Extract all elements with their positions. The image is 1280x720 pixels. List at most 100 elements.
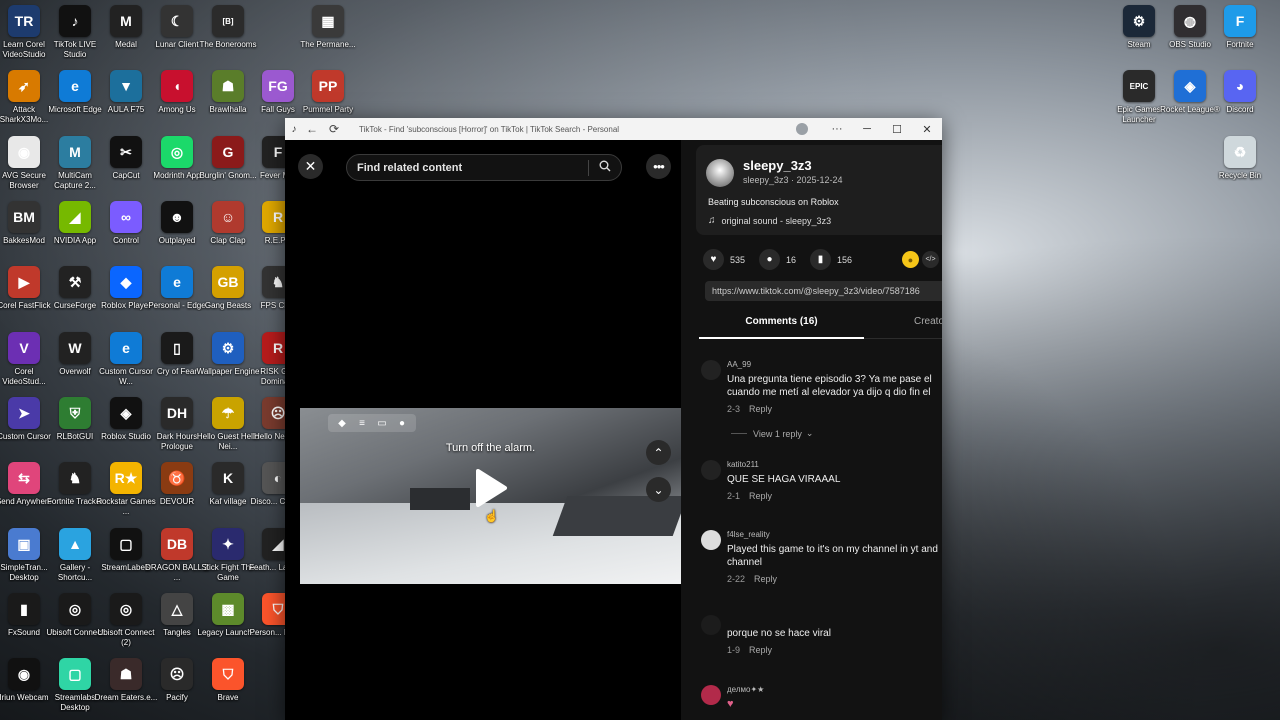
aula-f75-icon: ▼: [110, 70, 142, 102]
mic-icon: ●: [398, 417, 406, 429]
reply-button[interactable]: Reply: [749, 645, 772, 655]
post-sound[interactable]: ♫ original sound - sleepy_3z3: [708, 215, 831, 226]
legacy-launcher-icon: ▩: [212, 593, 244, 625]
simpletrans-desktop-icon: ▣: [8, 528, 40, 560]
comment-line: Played this game to it's on my channel i…: [727, 544, 938, 555]
previous-video-button[interactable]: ⌃: [646, 440, 671, 465]
minimize-icon[interactable]: ─: [852, 123, 882, 135]
pacify-icon: ☹: [161, 658, 193, 690]
play-button[interactable]: [470, 466, 510, 510]
game-hud: ◆ ≡ ▭ ●: [328, 414, 416, 432]
brave-icon: ⛉: [212, 658, 244, 690]
related-search-input[interactable]: Find related content: [346, 154, 622, 181]
music-note-icon: ♫: [708, 215, 716, 226]
sound-name: original sound - sleepy_3z3: [721, 215, 832, 226]
desktop-icon-the-permanence[interactable]: ▦ The Permane...: [296, 5, 360, 67]
save-button[interactable]: ▮ 156: [810, 249, 852, 270]
creator-avatar[interactable]: [706, 159, 734, 187]
corel-videostudio-icon: V: [8, 332, 40, 364]
ubisoft-connect-icon: ◎: [59, 593, 91, 625]
browser-menu-icon[interactable]: ···: [822, 123, 852, 135]
discord-icon: ◕: [1224, 70, 1256, 102]
desktop-icon-brave[interactable]: ⛉ Brave: [196, 658, 260, 720]
comment-date: 2-22: [727, 574, 746, 584]
reply-button[interactable]: Reply: [749, 491, 772, 501]
commenter-avatar[interactable]: [701, 615, 721, 635]
comment-line: channel: [727, 557, 763, 568]
commenter-name[interactable]: AA_99: [727, 360, 751, 369]
desktop-icon-fortnite[interactable]: F Fortnite: [1208, 5, 1272, 67]
commenter-name[interactable]: делмо✦★: [727, 685, 764, 694]
desktop-icon-discord[interactable]: ◕ Discord: [1208, 70, 1272, 132]
close-video-button[interactable]: ✕: [298, 154, 323, 179]
dragon-ball-icon: DB: [161, 528, 193, 560]
comment-button[interactable]: ● 16: [759, 249, 796, 270]
commenter-avatar[interactable]: [701, 360, 721, 380]
send-anywhere-icon: ⇆: [8, 462, 40, 494]
control-icon: ∞: [110, 201, 142, 233]
view-replies-button[interactable]: View 1 reply ⌄: [731, 428, 813, 439]
commenter-avatar[interactable]: [701, 460, 721, 480]
video-link-field[interactable]: https://www.tiktok.com/@sleepy_3z3/video…: [705, 281, 942, 301]
devour-icon: ♉: [161, 462, 193, 494]
fortnite-icon: F: [1224, 5, 1256, 37]
creator-username[interactable]: sleepy_3z3: [743, 158, 812, 173]
capcut-icon: ✂: [110, 136, 142, 168]
tab-comments[interactable]: Comments (16): [699, 310, 864, 339]
search-placeholder: Find related content: [357, 161, 463, 174]
roblox-player-icon: ◆: [110, 266, 142, 298]
like-button[interactable]: ♥ 535: [703, 249, 745, 270]
reply-button[interactable]: Reply: [749, 404, 772, 414]
maximize-icon[interactable]: ☐: [882, 123, 912, 136]
obs-studio-icon: ◍: [1174, 5, 1206, 37]
tab-creator-videos[interactable]: Creator videos: [914, 310, 942, 334]
chevron-down-icon: ⌄: [805, 428, 814, 438]
gang-beasts-icon: GB: [212, 266, 244, 298]
personal-edge-icon: e: [161, 266, 193, 298]
video-player[interactable]: ◆ ≡ ▭ ● Turn off the alarm. ☝: [300, 408, 681, 584]
reload-icon[interactable]: ⟳: [323, 122, 345, 136]
desktop-icon-label: Fortnite: [1226, 40, 1254, 49]
back-icon[interactable]: ←: [301, 122, 323, 136]
desktop-icon-the-bonerooms[interactable]: [B] The Bonerooms: [196, 5, 260, 67]
bookmark-icon: ▮: [810, 249, 832, 270]
next-video-button[interactable]: ⌄: [646, 477, 671, 502]
comment-meta: 2-22 Reply: [727, 574, 777, 584]
browser-titlebar: ♪ ← ⟳ TikTok - Find 'subconscious [Horro…: [285, 118, 942, 140]
profile-avatar[interactable]: [796, 123, 808, 135]
pummel-party-icon: PP: [312, 70, 344, 102]
modrinth-app-icon: ◎: [161, 136, 193, 168]
commenter-avatar[interactable]: [701, 530, 721, 550]
fall-guys-icon: FG: [262, 70, 294, 102]
comment-text: QUE SE HAGA VIRAAAL: [727, 474, 841, 485]
comment-meta: 2-3 Reply: [727, 404, 772, 414]
custom-cursor-icon: e: [110, 332, 142, 364]
comment-meta: 1-9 Reply: [727, 645, 772, 655]
embed-code-icon[interactable]: </>: [922, 251, 939, 268]
video-scene-shelf: [410, 488, 470, 510]
ubisoft-connect-2-icon: ◎: [110, 593, 142, 625]
rocket-league-icon: ◈: [1174, 70, 1206, 102]
comment-line: Una pregunta tiene episodio 3? Ya me pas…: [727, 374, 932, 385]
menu-icon: ≡: [359, 417, 365, 429]
close-window-icon[interactable]: ✕: [912, 123, 942, 136]
commenter-name[interactable]: f4lse_reality: [727, 530, 770, 539]
reply-button[interactable]: Reply: [754, 574, 777, 584]
heart-icon: ♥: [703, 249, 724, 270]
wallpaper-engine-icon: ⚙: [212, 332, 244, 364]
commenter-name[interactable]: katito211: [727, 460, 759, 469]
search-icon[interactable]: [589, 160, 621, 175]
multicam-capture-icon: M: [59, 136, 91, 168]
post-info-card: sleepy_3z3 sleepy_3z3 · 2025-12-24 Beati…: [696, 145, 942, 235]
gift-coin-icon[interactable]: ●: [902, 251, 919, 268]
browser-window: ♪ ← ⟳ TikTok - Find 'subconscious [Horro…: [285, 118, 942, 720]
cry-of-fear-icon: ▯: [161, 332, 193, 364]
iriun-webcam-icon: ◉: [8, 658, 40, 690]
desktop-icon-label: The Bonerooms: [199, 40, 257, 49]
comment-line: cuando me metí al elevador ya dijo q dio…: [727, 387, 931, 398]
details-pane: sleepy_3z3 sleepy_3z3 · 2025-12-24 Beati…: [681, 140, 942, 720]
more-options-button[interactable]: •••: [646, 154, 671, 179]
desktop-icon-recycle-bin[interactable]: ♻ Recycle Bin: [1208, 136, 1272, 198]
desktop-icon-label: Discord: [1226, 105, 1254, 114]
commenter-avatar[interactable]: [701, 685, 721, 705]
